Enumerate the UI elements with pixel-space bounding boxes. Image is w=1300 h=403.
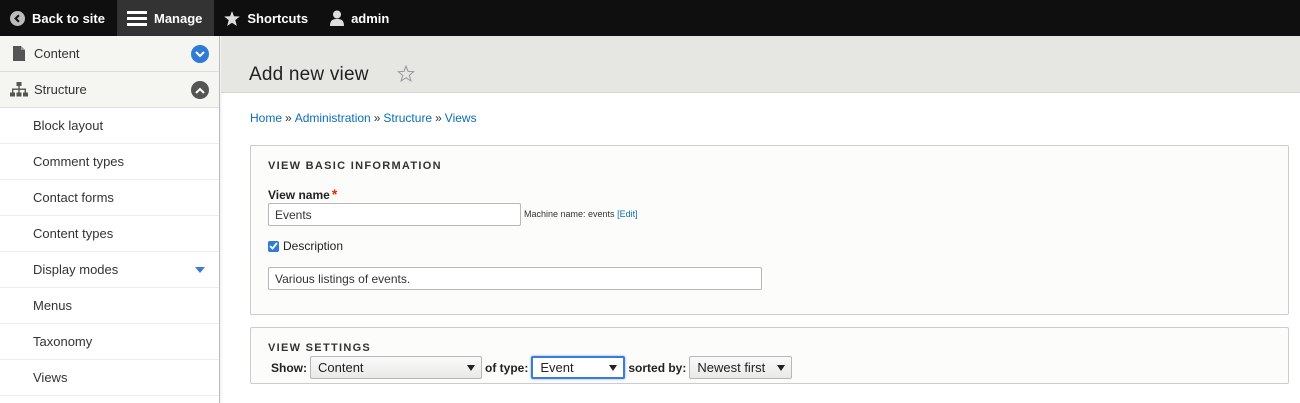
machine-name-text: Machine name: events [524,209,615,219]
breadcrumb-views[interactable]: Views [445,111,477,125]
breadcrumb-structure[interactable]: Structure [383,111,432,125]
view-name-label-text: View name [268,188,330,202]
breadcrumb-separator: » [373,111,381,125]
document-icon [10,46,28,61]
description-checkbox-row[interactable]: Description [268,239,343,253]
sidebar-item-content-types[interactable]: Content types [0,216,219,252]
manage-label: Manage [153,10,203,26]
sidebar-item-taxonomy[interactable]: Taxonomy [0,324,219,360]
admin-toolbar: Back to site Manage Shortcuts admin [0,0,1300,36]
view-name-label: View name * [268,186,337,202]
sidebar-item-content-label: Content [34,46,80,61]
sidebar-item-label: Taxonomy [33,334,93,349]
sidebar-item-structure-label: Structure [34,82,87,97]
page-header: Add new view [221,36,1300,93]
shortcuts-label: Shortcuts [247,10,309,26]
admin-sidebar: Content Structure Block layout Comment t… [0,36,220,403]
hamburger-icon [126,10,147,26]
show-select-value: Content [318,360,364,375]
fieldset-legend: VIEW BASIC INFORMATION [268,160,442,172]
view-settings-row: Show: Content of type: Event sorted by: … [271,356,795,379]
sidebar-item-structure[interactable]: Structure [0,72,219,108]
sorted-by-label: sorted by: [628,360,687,375]
caret-down-icon[interactable] [195,267,205,273]
sidebar-item-display-modes[interactable]: Display modes [0,252,219,288]
description-label: Description [283,239,344,253]
caret-down-icon [777,364,786,371]
sidebar-item-contact-forms[interactable]: Contact forms [0,180,219,216]
sidebar-item-menus[interactable]: Menus [0,288,219,324]
type-select-value: Event [540,360,574,375]
sitemap-icon [10,82,28,97]
fieldset-legend: VIEW SETTINGS [268,342,372,354]
shortcuts-tab[interactable]: Shortcuts [214,0,320,36]
breadcrumb-home[interactable]: Home [250,111,282,125]
sidebar-item-label: Contact forms [33,190,114,205]
description-input[interactable] [268,267,762,290]
manage-tab[interactable]: Manage [116,0,215,36]
sidebar-item-comment-types[interactable]: Comment types [0,144,219,180]
user-label: admin [351,10,390,26]
machine-name-edit-link[interactable]: [Edit] [617,209,638,219]
breadcrumb: Home» Administration» Structure» Views [250,111,477,125]
sidebar-item-views[interactable]: Views [0,360,219,396]
sidebar-item-label: Views [33,370,68,385]
user-tab[interactable]: admin [320,0,401,36]
caret-down-icon [609,364,618,371]
sorted-by-select-value: Newest first [697,360,766,375]
view-basic-information-fieldset: VIEW BASIC INFORMATION View name* Machin… [250,145,1289,315]
description-checkbox[interactable] [268,240,279,252]
star-outline-icon[interactable] [396,64,416,85]
sidebar-item-label: Display modes [33,262,119,277]
sidebar-item-content[interactable]: Content [0,36,219,72]
chevron-left-circle-icon [10,10,25,26]
view-name-input[interactable] [268,203,521,226]
star-icon [224,10,241,26]
sidebar-item-label: Block layout [33,118,104,133]
sorted-by-select[interactable]: Newest first [689,356,793,379]
sidebar-item-label: Content types [33,226,114,241]
type-label: of type: [485,360,529,375]
view-settings-fieldset: VIEW SETTINGS Show: Content of type: Eve… [250,327,1289,384]
page-title: Add new view [249,64,369,85]
sidebar-item-block-layout[interactable]: Block layout [0,108,219,144]
breadcrumb-administration[interactable]: Administration [295,111,371,125]
show-label: Show: [271,360,307,375]
back-to-site-label: Back to site [32,10,105,26]
chevron-up-icon[interactable] [191,81,209,99]
back-to-site-link[interactable]: Back to site [0,0,117,36]
sidebar-item-label: Menus [33,298,73,313]
type-select[interactable]: Event [531,356,626,379]
breadcrumb-separator: » [285,111,292,125]
user-icon [330,10,345,26]
required-marker: * [331,186,338,202]
sidebar-item-label: Comment types [33,154,125,169]
chevron-down-icon[interactable] [191,45,209,63]
breadcrumb-separator: » [435,111,442,125]
machine-name: Machine name: events [Edit] [524,209,638,219]
show-select[interactable]: Content [310,356,482,379]
caret-down-icon [467,364,475,371]
